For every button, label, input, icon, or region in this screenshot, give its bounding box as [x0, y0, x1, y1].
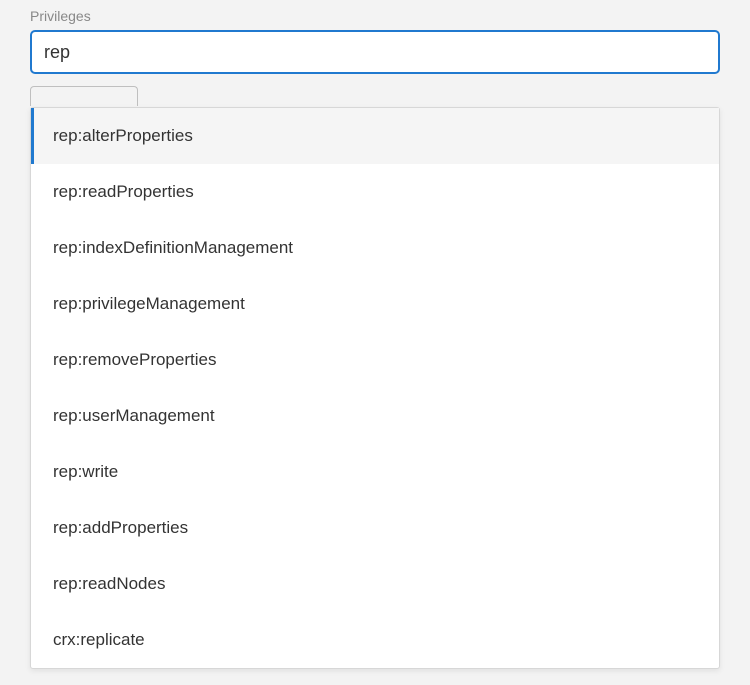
dropdown-item-label: rep:indexDefinitionManagement [53, 238, 293, 258]
dropdown-item-label: rep:alterProperties [53, 126, 193, 146]
input-wrap [30, 30, 720, 74]
dropdown-item[interactable]: rep:readNodes [31, 556, 719, 612]
dropdown-item-label: crx:replicate [53, 630, 145, 650]
dropdown-item-label: rep:privilegeManagement [53, 294, 245, 314]
dropdown-item[interactable]: rep:addProperties [31, 500, 719, 556]
privileges-input[interactable] [30, 30, 720, 74]
dropdown-item-label: rep:write [53, 462, 118, 482]
dropdown-item-label: rep:readNodes [53, 574, 165, 594]
dropdown-item[interactable]: rep:indexDefinitionManagement [31, 220, 719, 276]
dropdown-item-label: rep:removeProperties [53, 350, 216, 370]
privileges-dropdown: rep:alterProperties rep:readProperties rep… [30, 107, 720, 669]
dropdown-item[interactable]: rep:removeProperties [31, 332, 719, 388]
field-container: Privileges [0, 8, 750, 74]
dropdown-item[interactable]: rep:write [31, 444, 719, 500]
privileges-label: Privileges [30, 8, 720, 24]
dropdown-item-label: rep:userManagement [53, 406, 215, 426]
chip-stub [30, 86, 138, 106]
dropdown-item-label: rep:readProperties [53, 182, 194, 202]
dropdown-item[interactable]: rep:privilegeManagement [31, 276, 719, 332]
dropdown-item[interactable]: rep:alterProperties [31, 108, 719, 164]
dropdown-item-label: rep:addProperties [53, 518, 188, 538]
dropdown-item[interactable]: rep:readProperties [31, 164, 719, 220]
dropdown-item[interactable]: crx:replicate [31, 612, 719, 668]
dropdown-item[interactable]: rep:userManagement [31, 388, 719, 444]
